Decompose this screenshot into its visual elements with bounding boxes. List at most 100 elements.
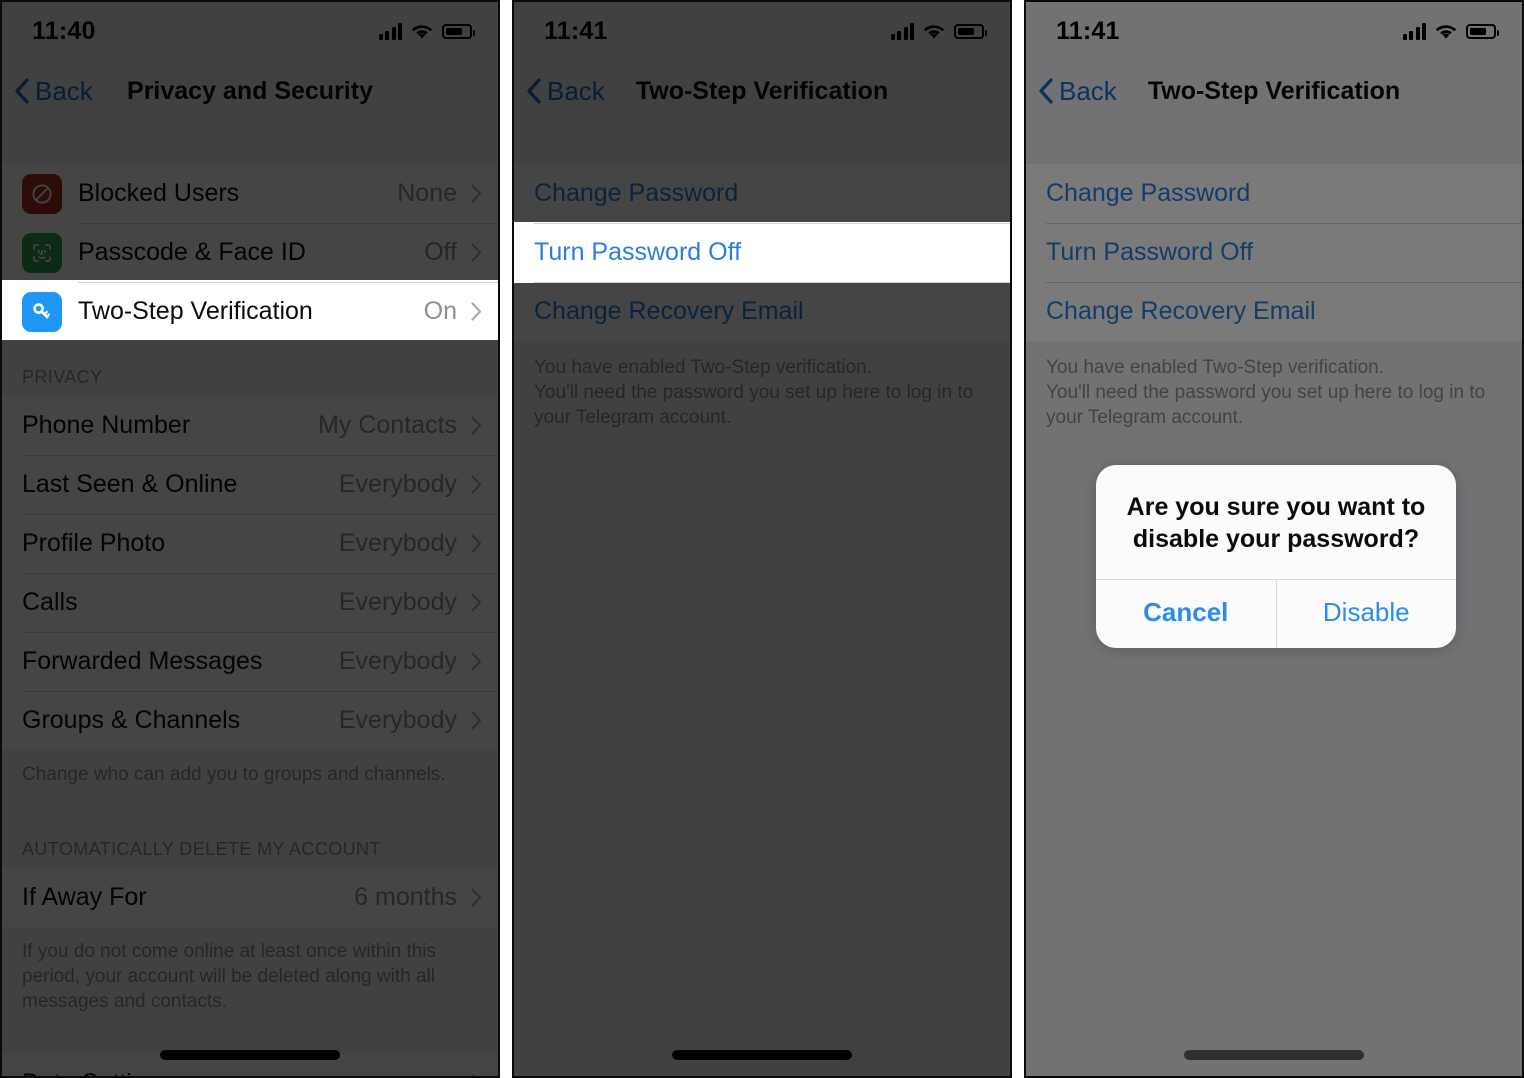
row-two-step-verification[interactable]: Two-Step Verification On xyxy=(2,282,498,341)
navigation-bar: Back Privacy and Security xyxy=(2,60,498,122)
row-label: Groups & Channels xyxy=(22,706,241,734)
row-if-away-for[interactable]: If Away For 6 months xyxy=(2,868,498,928)
chevron-right-icon xyxy=(471,243,482,262)
settings-list: Change Password Turn Password Off Change… xyxy=(514,122,1010,1076)
status-bar-icons xyxy=(890,22,987,40)
chevron-right-icon xyxy=(471,652,482,671)
home-indicator xyxy=(160,1050,340,1060)
wifi-icon xyxy=(1435,23,1457,40)
home-indicator xyxy=(1184,1050,1364,1060)
row-label: Calls xyxy=(22,588,78,616)
row-calls[interactable]: Calls Everybody xyxy=(2,573,498,632)
chevron-right-icon xyxy=(471,302,482,321)
alert-buttons: Cancel Disable xyxy=(1096,579,1456,648)
phone-panel-privacy-and-security: 11:40 Back Privacy and Security Blocked … xyxy=(0,0,500,1078)
row-passcode-face-id[interactable]: Passcode & Face ID Off xyxy=(2,223,498,282)
home-indicator xyxy=(672,1050,852,1060)
phone-screen: 11:41 Back Two-Step Verification Change … xyxy=(514,2,1010,1076)
list-top-gap xyxy=(2,122,498,164)
wifi-icon xyxy=(923,23,945,40)
status-bar: 11:41 xyxy=(514,2,1010,60)
phone-screen: 11:40 Back Privacy and Security Blocked … xyxy=(2,2,498,1076)
three-panel-screenshot-strip: 11:40 Back Privacy and Security Blocked … xyxy=(0,0,1524,1078)
disable-password-alert: Are you sure you want to disable your pa… xyxy=(1096,465,1456,648)
privacy-group: Phone Number My Contacts Last Seen & Onl… xyxy=(2,396,498,750)
cellular-bars-icon xyxy=(1402,22,1426,40)
key-icon xyxy=(22,291,62,332)
battery-icon xyxy=(1466,23,1499,39)
row-change-password[interactable]: Change Password xyxy=(1026,164,1522,223)
cancel-button[interactable]: Cancel xyxy=(1096,580,1276,648)
row-label: Data Settings xyxy=(22,1069,471,1076)
row-value: Everybody xyxy=(338,470,457,498)
row-value: 6 months xyxy=(354,883,457,912)
row-change-recovery-email[interactable]: Change Recovery Email xyxy=(1026,282,1522,341)
status-bar: 11:40 xyxy=(2,2,498,60)
list-bottom-gap xyxy=(2,1014,498,1054)
two-step-actions-group: Change Password Turn Password Off Change… xyxy=(514,164,1010,341)
cellular-bars-icon xyxy=(890,22,914,40)
alert-title: Are you sure you want to disable your pa… xyxy=(1126,493,1426,553)
chevron-right-icon xyxy=(471,888,482,907)
phone-screen: 11:41 Back Two-Step Verification Change … xyxy=(1026,2,1522,1076)
back-button[interactable]: Back xyxy=(2,76,93,107)
footnote-two-step: You have enabled Two-Step verification. … xyxy=(1046,357,1486,429)
row-turn-password-off[interactable]: Turn Password Off xyxy=(1026,223,1522,282)
section-header-privacy: PRIVACY xyxy=(22,367,103,387)
status-bar-icons xyxy=(378,22,475,40)
back-button-label: Back xyxy=(547,75,605,106)
chevron-right-icon xyxy=(471,416,482,435)
row-change-recovery-email[interactable]: Change Recovery Email xyxy=(514,282,1010,341)
back-button[interactable]: Back xyxy=(1026,76,1117,107)
status-bar: 11:41 xyxy=(1026,2,1522,60)
row-label: Profile Photo xyxy=(22,529,166,557)
phone-panel-disable-confirmation: 11:41 Back Two-Step Verification Change … xyxy=(1024,0,1524,1078)
footnote-privacy: Change who can add you to groups and cha… xyxy=(22,764,446,785)
chevron-right-icon xyxy=(471,593,482,612)
disable-button[interactable]: Disable xyxy=(1275,580,1457,648)
battery-icon xyxy=(442,23,475,39)
list-top-gap xyxy=(1026,122,1522,164)
row-groups-channels[interactable]: Groups & Channels Everybody xyxy=(2,691,498,750)
battery-icon xyxy=(954,23,987,39)
privacy-and-security-screen: 11:40 Back Privacy and Security Blocked … xyxy=(2,2,498,1076)
back-button[interactable]: Back xyxy=(514,76,605,107)
row-turn-password-off[interactable]: Turn Password Off xyxy=(514,223,1010,282)
chevron-left-icon xyxy=(1038,78,1054,104)
chevron-right-icon xyxy=(471,534,482,553)
row-label: Change Password xyxy=(1046,179,1251,207)
row-phone-number[interactable]: Phone Number My Contacts xyxy=(2,396,498,455)
back-button-label: Back xyxy=(1059,75,1117,106)
row-last-seen-online[interactable]: Last Seen & Online Everybody xyxy=(2,455,498,514)
blocked-users-icon xyxy=(22,173,62,214)
chevron-right-icon xyxy=(471,475,482,494)
row-forwarded-messages[interactable]: Forwarded Messages Everybody xyxy=(2,632,498,691)
chevron-right-icon xyxy=(471,1074,482,1076)
row-change-password[interactable]: Change Password xyxy=(514,164,1010,223)
row-label: Last Seen & Online xyxy=(22,470,238,498)
row-label: Blocked Users xyxy=(78,179,240,207)
row-label: Two-Step Verification xyxy=(78,297,313,325)
section-header-auto-delete: AUTOMATICALLY DELETE MY ACCOUNT xyxy=(22,839,381,860)
status-bar-clock: 11:41 xyxy=(1056,16,1120,45)
row-label: Turn Password Off xyxy=(534,238,742,266)
chevron-left-icon xyxy=(526,78,542,104)
status-bar-clock: 11:41 xyxy=(544,16,608,45)
back-button-label: Back xyxy=(35,75,93,106)
auto-delete-group: If Away For 6 months xyxy=(2,868,498,928)
face-id-icon xyxy=(22,232,62,273)
row-profile-photo[interactable]: Profile Photo Everybody xyxy=(2,514,498,573)
status-bar-icons xyxy=(1402,22,1499,40)
navigation-bar: Back Two-Step Verification xyxy=(1026,60,1522,122)
row-value: My Contacts xyxy=(318,411,457,439)
footnote-auto-delete: If you do not come online at least once … xyxy=(22,941,437,1013)
row-blocked-users[interactable]: Blocked Users None xyxy=(2,164,498,223)
row-label: Turn Password Off xyxy=(1046,238,1254,266)
row-label: Change Recovery Email xyxy=(1046,297,1316,325)
row-value: On xyxy=(423,297,457,325)
settings-list: Blocked Users None Passcode & Face ID Of… xyxy=(2,122,498,1076)
security-group: Blocked Users None Passcode & Face ID Of… xyxy=(2,164,498,341)
cellular-bars-icon xyxy=(378,22,402,40)
row-value: Everybody xyxy=(338,647,457,675)
row-label: Change Recovery Email xyxy=(534,297,804,325)
